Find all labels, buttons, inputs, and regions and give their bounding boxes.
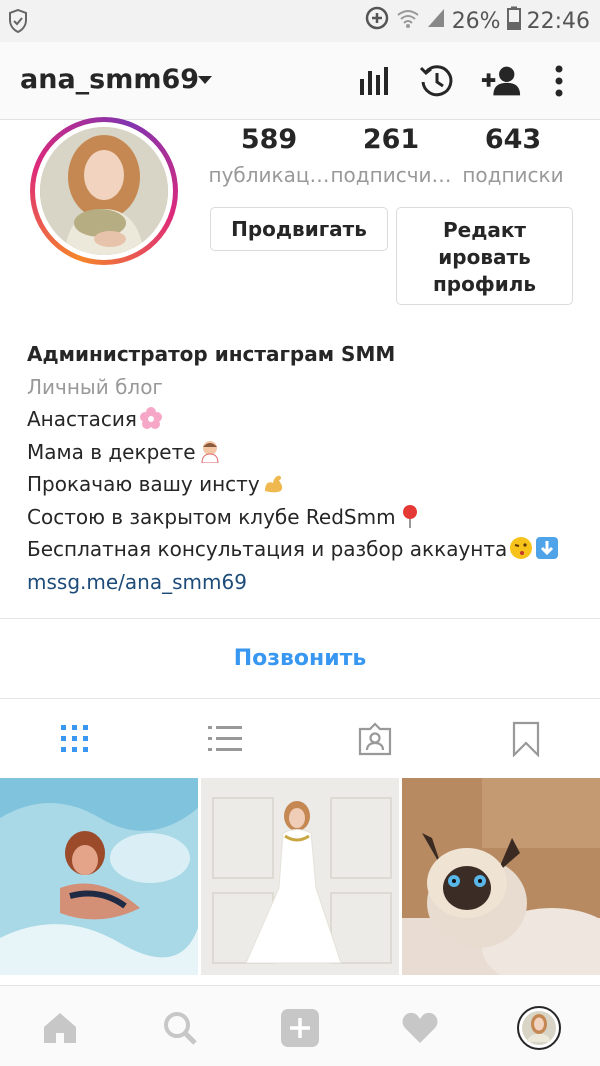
followers-label: подписчи… xyxy=(330,163,452,187)
bio-line: Прокачаю вашу инсту xyxy=(27,468,587,501)
chevron-down-icon[interactable] xyxy=(198,76,212,84)
bio: Администратор инстаграм SMM Личный блог … xyxy=(27,338,587,598)
display-name: Администратор инстаграм SMM xyxy=(27,342,396,366)
promote-button[interactable]: Продвигать xyxy=(210,207,388,251)
profile-tabs xyxy=(0,700,600,776)
stat-following[interactable]: 643 подписки xyxy=(452,124,574,187)
list-icon[interactable] xyxy=(205,720,245,758)
grid-icon[interactable] xyxy=(55,720,95,758)
add-icon[interactable] xyxy=(278,1006,322,1050)
status-bar: 26% 22:46 xyxy=(0,0,600,42)
insights-icon[interactable] xyxy=(353,60,395,102)
profile-avatar[interactable] xyxy=(517,1006,561,1050)
bottom-nav xyxy=(0,985,600,1066)
wink-kiss-icon xyxy=(510,537,533,559)
archive-history-icon[interactable] xyxy=(416,60,458,102)
bio-link[interactable]: mssg.me/ana_smm69 xyxy=(27,566,587,599)
tagged-icon[interactable] xyxy=(355,720,395,758)
bio-line: Состою в закрытом клубе RedSmm xyxy=(27,501,587,534)
following-count: 643 xyxy=(484,124,542,155)
bio-line: Бесплатная консультация и разбор аккаунт… xyxy=(27,533,587,566)
search-icon[interactable] xyxy=(158,1006,202,1050)
flexed-biceps-icon xyxy=(264,475,282,493)
category-label: Личный блог xyxy=(27,374,163,399)
battery-percent: 26% xyxy=(451,8,501,34)
avatar[interactable] xyxy=(30,117,178,265)
more-options-icon[interactable] xyxy=(538,60,580,102)
add-person-icon[interactable] xyxy=(480,60,522,102)
down-arrow-icon xyxy=(536,537,559,559)
stat-followers[interactable]: 261 подписчи… xyxy=(330,124,452,187)
baby-icon xyxy=(201,440,219,463)
pin-icon xyxy=(402,504,417,528)
stat-posts[interactable]: 589 публикац… xyxy=(208,124,330,187)
shield-icon xyxy=(8,8,28,38)
edit-profile-label-line: ировать xyxy=(438,245,531,269)
data-saver-icon xyxy=(364,5,390,37)
edit-profile-label-line: Редакт xyxy=(442,218,527,242)
following-label: подписки xyxy=(462,163,564,187)
grid-post-siamese-cat[interactable] xyxy=(402,778,600,975)
grid-post-white-dress[interactable] xyxy=(201,778,399,975)
profile-photo xyxy=(40,127,168,255)
saved-icon[interactable] xyxy=(506,720,546,758)
grid-post-pool[interactable] xyxy=(0,778,198,975)
edit-profile-button[interactable]: Редакт ировать профиль xyxy=(396,207,573,305)
signal-icon xyxy=(426,7,446,35)
account-switcher-username[interactable]: ana_smm69 xyxy=(20,64,199,95)
posts-label: публикац… xyxy=(208,163,330,187)
heart-icon[interactable] xyxy=(398,1006,442,1050)
posts-count: 589 xyxy=(240,124,298,155)
bio-line: Мама в декрете xyxy=(27,436,587,469)
profile-header-bar: ana_smm69 xyxy=(0,42,600,120)
followers-count: 261 xyxy=(362,124,420,155)
edit-profile-label-line: профиль xyxy=(432,272,537,296)
bio-line: Анастасия xyxy=(27,403,587,436)
promote-button-label: Продвигать xyxy=(231,217,367,241)
cherry-blossom-icon xyxy=(139,407,162,429)
clock: 22:46 xyxy=(526,8,590,34)
home-icon[interactable] xyxy=(38,1006,82,1050)
divider xyxy=(0,698,600,699)
battery-icon xyxy=(506,6,521,36)
wifi-icon xyxy=(396,7,420,35)
call-button[interactable]: Позвонить xyxy=(0,618,600,698)
